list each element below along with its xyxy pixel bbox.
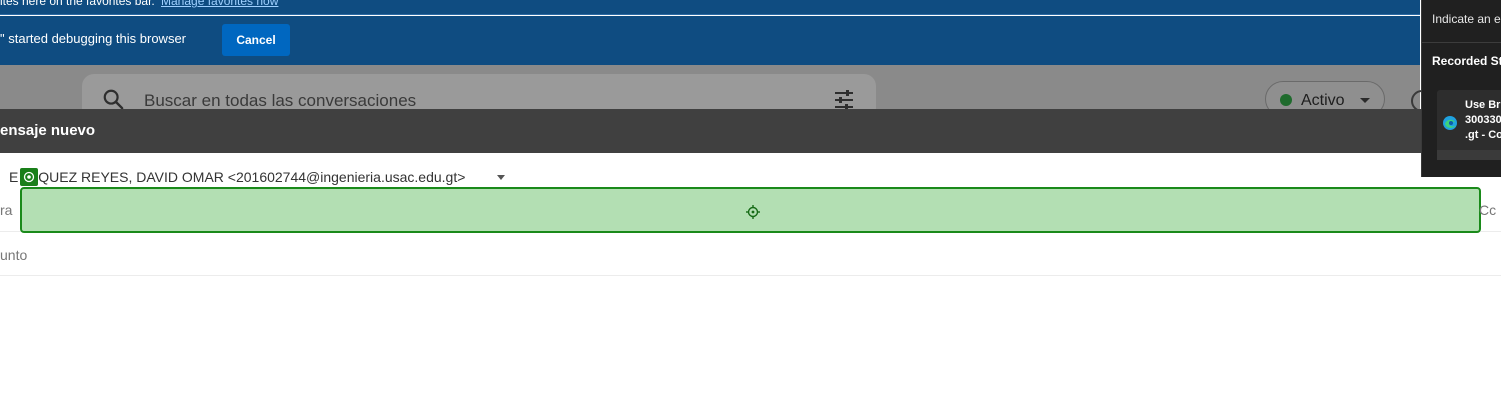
edge-browser-icon	[1443, 116, 1457, 130]
search-icon[interactable]	[102, 88, 124, 110]
mail-app-header: Buscar en todas las conversaciones Activ…	[0, 65, 1433, 120]
to-recipients-input[interactable]	[20, 187, 1481, 233]
status-active-dot	[1280, 94, 1292, 106]
from-address[interactable]: E IQUEZ REYES, DAVID OMAR <201602744@inge…	[9, 169, 465, 185]
recorded-step-scrollbar[interactable]	[1437, 150, 1501, 160]
subject-label: unto	[0, 247, 28, 263]
compose-title-bar[interactable]: ensaje nuevo	[0, 109, 1501, 153]
search-input[interactable]: Buscar en todas las conversaciones	[144, 91, 416, 111]
from-address-rest: IQUEZ REYES, DAVID OMAR <201602744@ingen…	[34, 169, 466, 185]
subject-row[interactable]: unto	[0, 232, 1501, 276]
manage-favorites-link[interactable]: Manage favorites now	[161, 0, 278, 8]
cancel-debugging-button[interactable]: Cancel	[222, 24, 290, 56]
cc-button[interactable]: Cc	[1479, 202, 1496, 218]
recorded-step-line-2: 300330	[1465, 114, 1501, 126]
recorded-step-line-1: Use Br	[1465, 99, 1501, 111]
debugging-infobar: " started debugging this browser Cancel	[0, 16, 1420, 65]
debugging-message: " started debugging this browser	[0, 31, 186, 46]
favorites-infobar: ites here on the favorites bar. Manage f…	[0, 0, 1420, 15]
to-label: ra	[0, 202, 13, 218]
favorites-infobar-text: ites here on the favorites bar.	[0, 0, 155, 8]
recorder-hint: Indicate an el	[1432, 12, 1501, 26]
compose-window: E IQUEZ REYES, DAVID OMAR <201602744@inge…	[0, 153, 1501, 400]
from-address-prefix: E	[9, 169, 19, 185]
recorder-target-badge-icon	[20, 168, 38, 186]
crosshair-target-icon	[746, 205, 760, 219]
recorded-step-card[interactable]: Use Br 300330 .gt - Co	[1437, 90, 1501, 160]
from-dropdown-icon[interactable]	[497, 175, 505, 180]
recorded-step-line-3: .gt - Co	[1465, 129, 1501, 141]
from-row[interactable]: E IQUEZ REYES, DAVID OMAR <201602744@inge…	[0, 165, 1501, 187]
screen: ites here on the favorites bar. Manage f…	[0, 0, 1501, 400]
status-label: Activo	[1301, 92, 1345, 109]
recorded-step-text: Use Br 300330 .gt - Co	[1465, 98, 1501, 143]
compose-title: ensaje nuevo	[0, 122, 96, 139]
recorder-panel: Indicate an el Recorded Ste Use Br 30033…	[1421, 0, 1501, 177]
to-row: ra Cc	[0, 187, 1501, 233]
recorded-steps-heading: Recorded Ste	[1432, 54, 1501, 68]
chevron-down-icon	[1360, 98, 1370, 103]
recorder-divider	[1422, 42, 1501, 43]
